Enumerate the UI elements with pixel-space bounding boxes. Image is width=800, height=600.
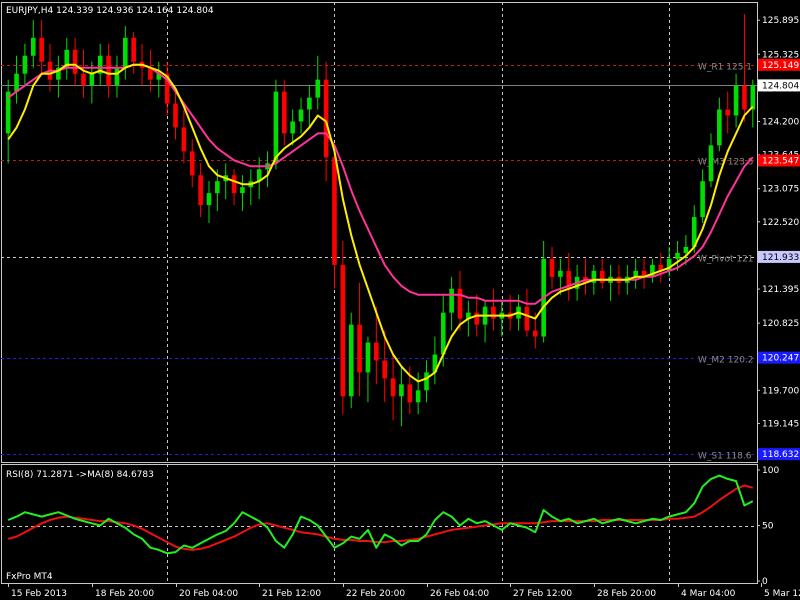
candle-body <box>532 330 538 337</box>
time-axis-label: 27 Feb 12:00 <box>513 589 572 599</box>
candle-body <box>273 91 279 164</box>
candle-body <box>72 49 78 74</box>
candle-body <box>315 79 321 98</box>
candle <box>348 312 354 409</box>
rsi-header: RSI(8) 71.2871 ->MA(8) 84.6783 <box>6 470 154 480</box>
candle-body <box>549 258 555 277</box>
candle-body <box>215 181 220 194</box>
candle-body <box>290 121 295 134</box>
candle-body <box>189 151 195 176</box>
candle-body <box>399 384 404 397</box>
candle-body <box>700 181 705 218</box>
price-tag-text: 123.547 <box>762 156 799 166</box>
candle-body <box>114 67 120 86</box>
candle-body <box>206 193 212 206</box>
pivot-level-label: W_R1 125.1 <box>698 63 752 73</box>
rsi-axis-label: 0 <box>762 577 768 587</box>
candle-body <box>742 85 747 110</box>
price-axis-label: 125.325 <box>762 50 799 60</box>
candle-body <box>89 73 95 86</box>
candle-body <box>474 312 480 325</box>
candle-body <box>407 384 413 403</box>
pivot-level-label: W_M2 120.2 <box>698 356 754 366</box>
candle-body <box>5 91 11 134</box>
price-tag-text: 120.247 <box>762 354 799 364</box>
time-axis-label: 28 Feb 20:00 <box>597 589 656 599</box>
candle-body <box>382 360 387 379</box>
candle-body <box>340 264 346 397</box>
time-axis-label: 4 Mar 04:00 <box>681 589 736 599</box>
candle-body <box>39 37 44 62</box>
broker-label: FxPro MT4 <box>6 572 53 582</box>
price-axis-label: 119.700 <box>762 386 799 396</box>
candle-body <box>390 378 396 397</box>
candle-body <box>491 306 496 319</box>
candle-body <box>30 37 36 56</box>
price-axis-label: 122.520 <box>762 218 799 228</box>
candle-body <box>675 252 680 259</box>
rsi-axis-label: 100 <box>762 466 779 476</box>
chart-background <box>0 0 800 600</box>
candle-body <box>81 73 86 86</box>
time-axis-label: 22 Feb 20:00 <box>346 589 405 599</box>
candle-body <box>708 145 714 182</box>
price-tag-text: 121.933 <box>762 253 799 263</box>
candle-body <box>750 85 756 110</box>
candle <box>340 240 346 415</box>
price-axis-label: 125.895 <box>762 16 799 26</box>
price-tag-text: 124.804 <box>762 81 799 91</box>
candle-body <box>725 109 731 116</box>
candle-body <box>131 37 136 62</box>
candle-body <box>415 390 421 403</box>
candle-body <box>323 79 329 158</box>
candle-body <box>198 175 203 206</box>
candle-body <box>106 55 111 86</box>
candle-body <box>558 270 563 277</box>
chart-root: W_R1 125.1W_M3 123.5W_Pivot 121W_M2 120.… <box>0 0 800 600</box>
candle-body <box>181 127 187 152</box>
price-axis-label: 121.395 <box>762 285 799 295</box>
candle-body <box>231 175 237 194</box>
candle-body <box>357 324 362 373</box>
pivot-level-label: W_S1 118.6 <box>698 452 752 462</box>
price-tag-text: 125.149 <box>762 61 799 71</box>
candle-body <box>733 85 739 116</box>
rsi-axis-label: 50 <box>762 522 774 532</box>
candle-body <box>123 37 128 68</box>
price-tag-text: 118.632 <box>762 450 799 460</box>
time-axis-label: 5 Mar 12:00 <box>764 589 800 599</box>
candle-body <box>440 312 446 355</box>
candle-body <box>365 342 371 373</box>
price-axis-label: 120.825 <box>762 319 799 329</box>
price-axis-label: 123.075 <box>762 185 799 195</box>
candle-body <box>307 97 312 110</box>
candle-body <box>281 91 287 134</box>
time-axis-label: 21 Feb 12:00 <box>262 589 321 599</box>
candle-body <box>457 288 463 319</box>
time-axis-label: 18 Feb 20:00 <box>95 589 154 599</box>
candle-body <box>173 103 178 128</box>
time-axis-label: 20 Feb 04:00 <box>179 589 238 599</box>
candle-body <box>374 342 379 361</box>
symbol-header: EURJPY,H4 124.339 124.936 124.164 124.80… <box>6 6 214 16</box>
candle-body <box>298 109 304 122</box>
price-axis-label: 124.200 <box>762 117 799 127</box>
candle-body <box>14 73 19 92</box>
candle-body <box>524 306 530 331</box>
candle-body <box>240 187 245 194</box>
candle-body <box>683 246 689 253</box>
candle-body <box>332 157 337 265</box>
price-axis-label: 119.145 <box>762 419 799 429</box>
candle-body <box>599 270 605 283</box>
candle-body <box>717 109 722 146</box>
candle-body <box>22 55 28 74</box>
time-axis-label: 15 Feb 2013 <box>11 589 67 599</box>
time-axis-label: 26 Feb 04:00 <box>430 589 489 599</box>
pivot-level-label: W_Pivot 121 <box>698 255 754 265</box>
candle-body <box>449 288 454 313</box>
candle-body <box>424 372 429 391</box>
candle-body <box>348 324 354 397</box>
